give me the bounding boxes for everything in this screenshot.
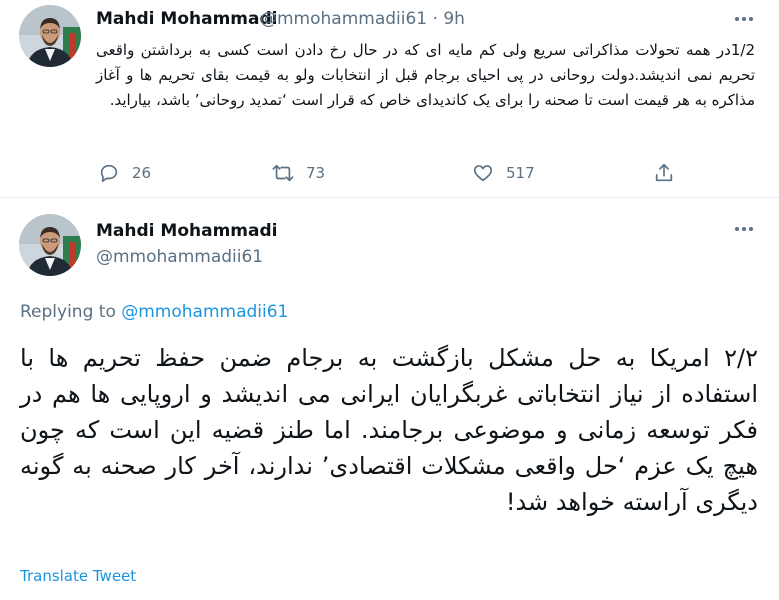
reply-button[interactable]: 26 [96, 160, 151, 186]
reply-count: 26 [132, 164, 152, 182]
retweet-icon [270, 160, 296, 186]
translate-tweet-link[interactable]: Translate Tweet [20, 567, 136, 585]
profile-photo [19, 5, 81, 67]
tweet-meta: @mmohammadii61 · 9h [260, 9, 465, 29]
share-icon [651, 160, 677, 186]
meta-separator: · [432, 9, 438, 29]
retweet-count: 73 [306, 164, 326, 182]
replying-to-mention[interactable]: @mmohammadii61 [121, 302, 288, 322]
share-button[interactable] [651, 160, 677, 186]
more-icon[interactable] [732, 222, 756, 236]
profile-photo [19, 214, 81, 276]
more-icon[interactable] [732, 12, 756, 26]
like-icon [470, 160, 496, 186]
tweet-divider [0, 197, 779, 198]
replying-to-label: Replying to [20, 302, 122, 322]
tweet-text: ۲/۲ امریکا به حل مشکل بازگشت به برجام ضم… [20, 344, 758, 516]
reply-icon [96, 160, 122, 186]
like-button[interactable]: 517 [470, 160, 535, 186]
replying-to: Replying to @mmohammadii61 [20, 302, 288, 322]
tweet-author-handle[interactable]: @mmohammadii61 [260, 9, 427, 29]
tweet-author-handle[interactable]: @mmohammadii61 [96, 247, 263, 267]
avatar[interactable] [19, 214, 81, 276]
avatar[interactable] [19, 5, 81, 67]
tweet-timestamp[interactable]: 9h [443, 9, 465, 29]
like-count: 517 [506, 164, 535, 182]
tweet-author-name[interactable]: Mahdi Mohammadi [96, 221, 277, 241]
tweet-text: 1/2در همه تحولات مذاکراتی سریع ولی کم ما… [96, 41, 755, 109]
retweet-button[interactable]: 73 [270, 160, 325, 186]
tweet-author-name[interactable]: Mahdi Mohammadi [96, 9, 277, 29]
